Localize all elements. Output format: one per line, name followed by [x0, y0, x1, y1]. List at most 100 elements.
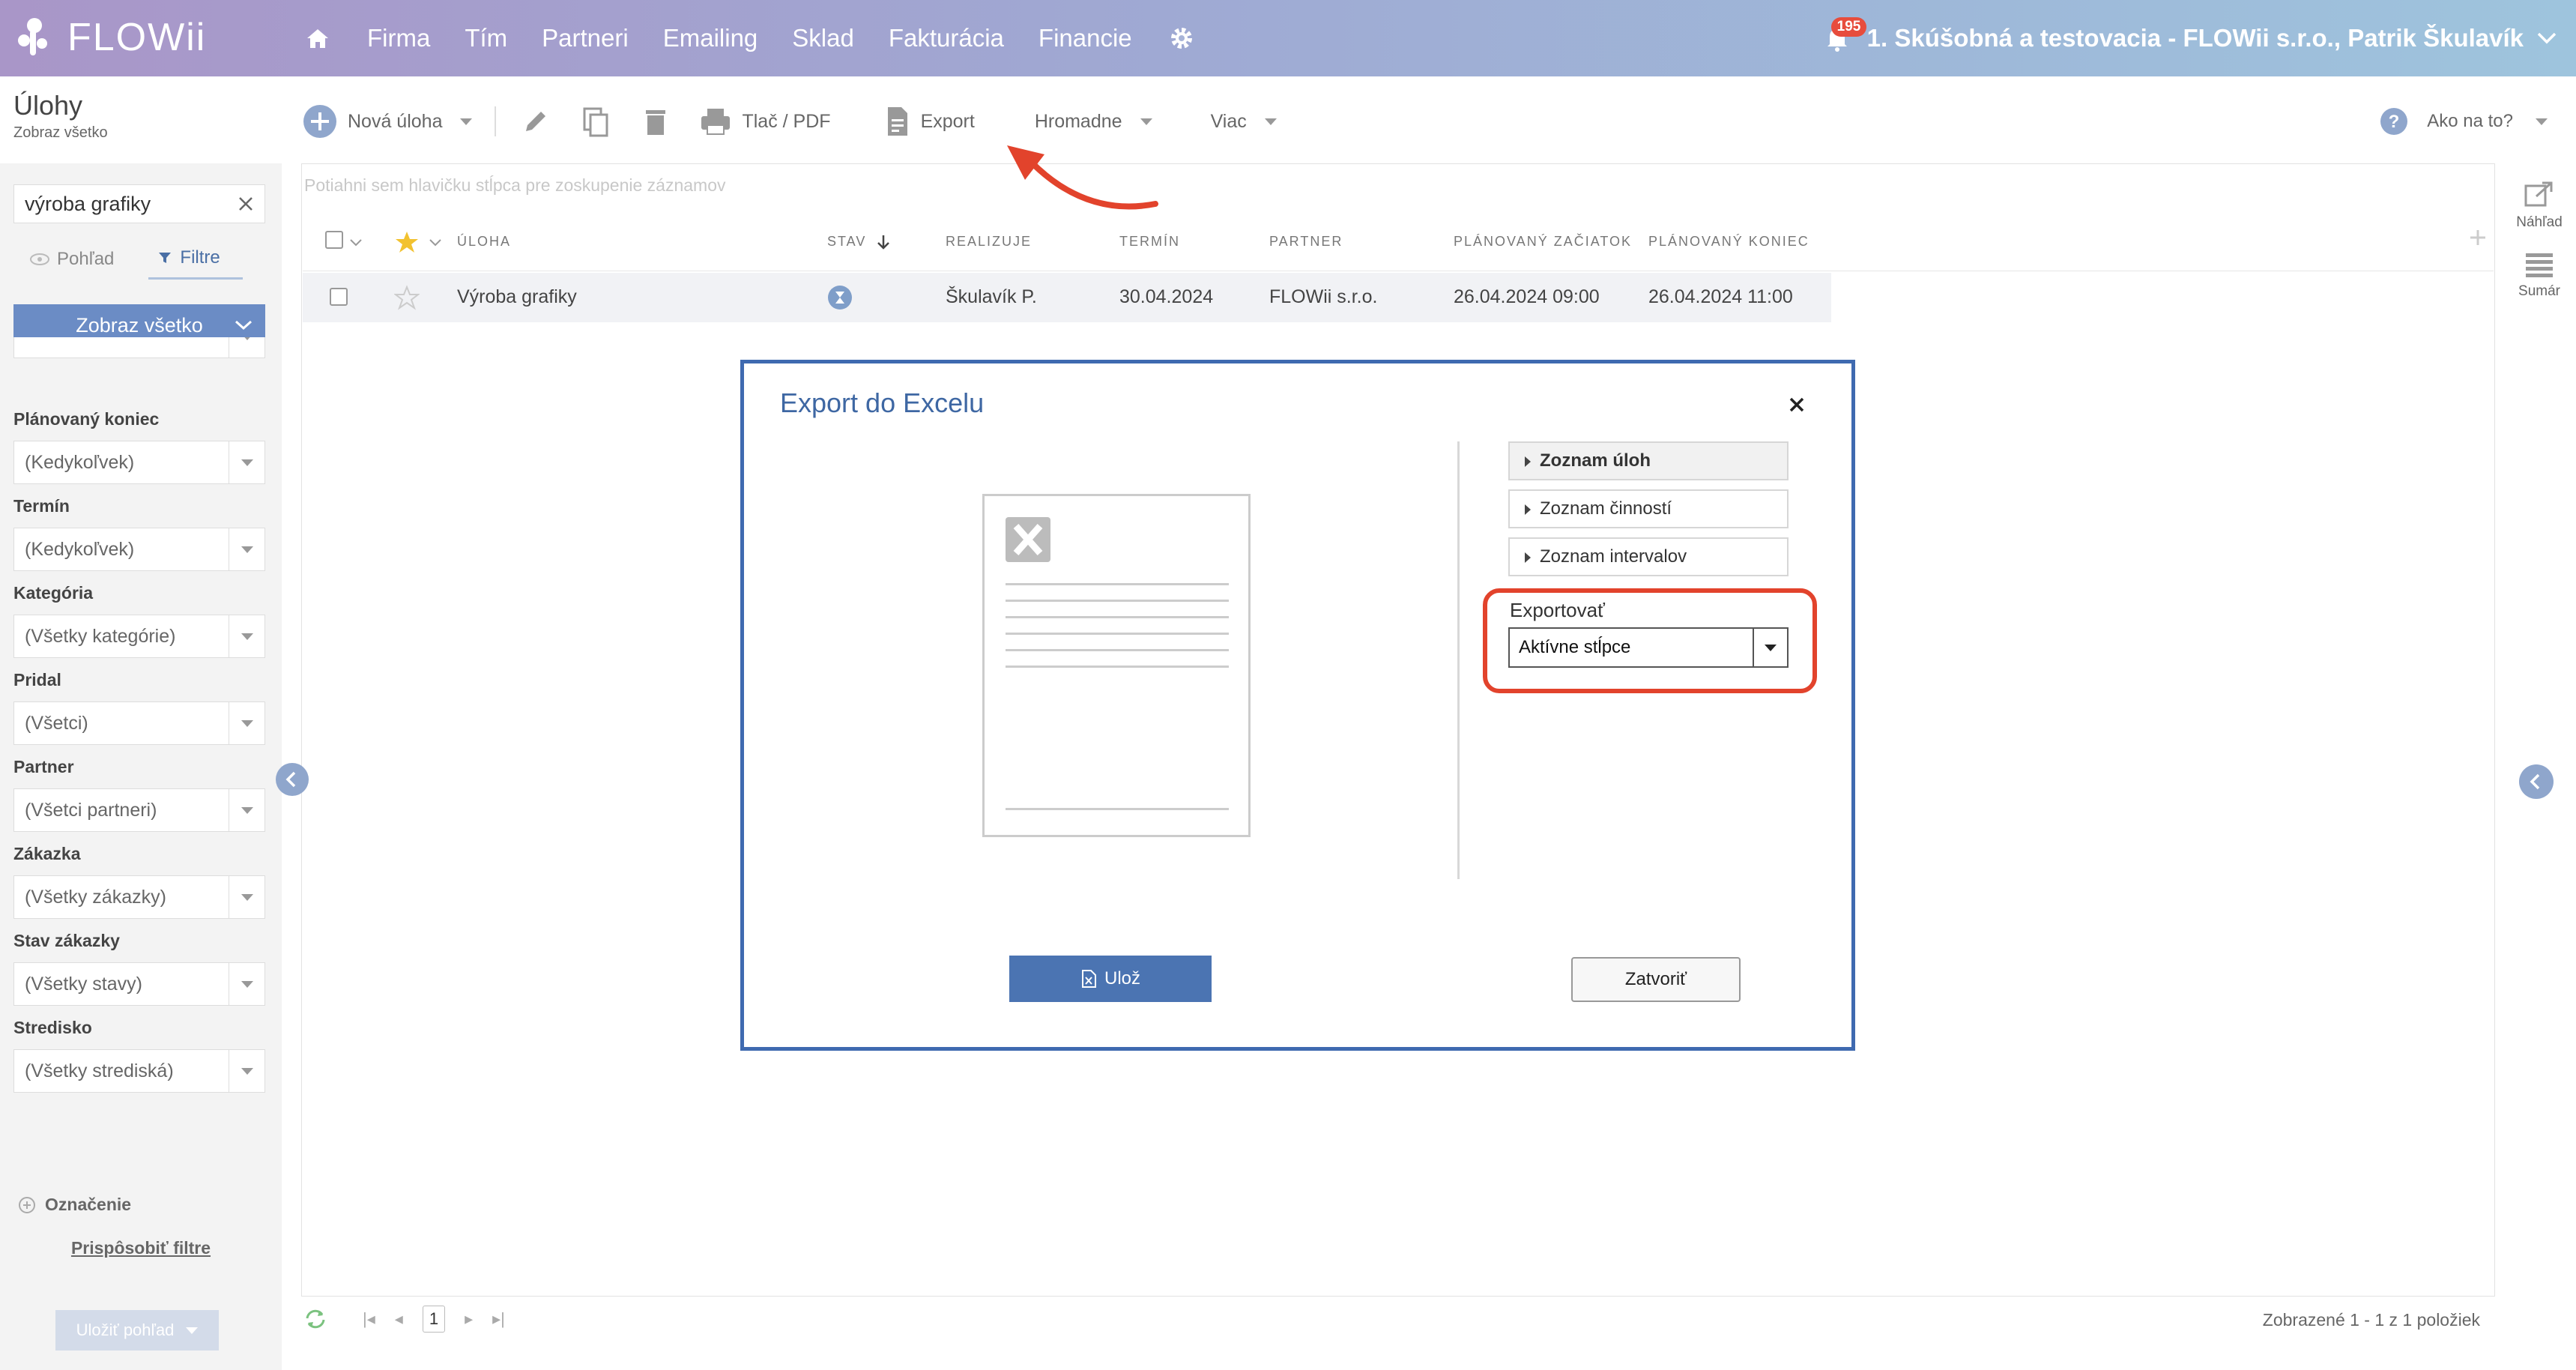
filter-label: Stav zákazky	[13, 931, 120, 950]
cell-planned-start: 26.04.2024 09:00	[1454, 286, 1600, 307]
filter-deadline-select[interactable]: (Kedykoľvek)	[13, 528, 265, 571]
select-all-checkbox[interactable]	[325, 231, 343, 253]
tags-filter-toggle[interactable]: Označenie	[18, 1195, 131, 1215]
table-row[interactable]: Výroba grafiky Škulavík P. 30.04.2024 FL…	[303, 273, 1831, 322]
dropdown-arrow-icon	[229, 337, 264, 357]
new-task-button[interactable]: Nová úloha	[303, 97, 442, 145]
star-icon[interactable]	[394, 229, 420, 255]
next-page-icon[interactable]: ▸	[465, 1309, 473, 1329]
close-icon[interactable]	[1787, 395, 1806, 414]
nav-item-fakturacia[interactable]: Fakturácia	[889, 24, 1004, 52]
last-page-icon[interactable]: ▸|	[492, 1309, 505, 1329]
filter-planned-end-select[interactable]: (Kedykoľvek)	[13, 441, 265, 484]
export-columns-select[interactable]: Aktívne stĺpce	[1508, 627, 1789, 668]
col-assignee[interactable]: REALIZUJE	[946, 234, 1032, 250]
help-caret-icon	[2536, 118, 2548, 125]
flowii-logo[interactable]: FLOWii	[12, 10, 206, 64]
add-column-plus-icon[interactable]	[2468, 228, 2488, 247]
summary-button[interactable]: Sumár	[2503, 249, 2576, 300]
main-nav: Firma Tím Partneri Emailing Sklad Faktur…	[303, 0, 1197, 76]
export-columns-value: Aktívne stĺpce	[1519, 637, 1631, 657]
more-label: Viac	[1210, 110, 1247, 132]
notifications-bell[interactable]: 195	[1821, 17, 1867, 55]
refresh-icon[interactable]	[303, 1308, 328, 1330]
star-outline-icon[interactable]	[394, 285, 420, 310]
filter-value: (Všetci partneri)	[25, 799, 157, 821]
clear-search-icon[interactable]	[236, 194, 256, 214]
new-task-dropdown-icon[interactable]	[460, 118, 473, 125]
copy-icon[interactable]	[578, 104, 613, 139]
pencil-icon[interactable]	[518, 104, 553, 139]
document-icon	[887, 107, 907, 136]
select-caret-icon[interactable]	[349, 238, 363, 247]
col-planned-start[interactable]: PLÁNOVANÝ ZAČIATOK	[1454, 234, 1632, 250]
view-selector-label: Zobraz všetko	[76, 313, 203, 337]
filter-value: (Všetky kategórie)	[25, 625, 176, 647]
filter-label: Pridal	[13, 670, 61, 689]
col-partner[interactable]: PARTNER	[1269, 234, 1343, 250]
company-switcher[interactable]: 195 1. Skúšobná a testovacia - FLOWii s.…	[1821, 0, 2558, 76]
search-input[interactable]: výroba grafiky	[13, 184, 265, 223]
col-status[interactable]: STAV	[827, 234, 891, 250]
filter-order-select[interactable]: (Všetky zákazky)	[13, 875, 265, 919]
tab-filters[interactable]: Filtre	[148, 247, 243, 280]
partial-select[interactable]	[13, 337, 265, 358]
nav-item-partneri[interactable]: Partneri	[542, 24, 629, 52]
filter-category-select[interactable]: (Všetky kategórie)	[13, 615, 265, 658]
dropdown-arrow-icon	[229, 789, 264, 831]
caret-right-icon	[1525, 504, 1531, 515]
save-button[interactable]: Ulož	[1009, 956, 1212, 1002]
help-menu[interactable]: ? Ako na to?	[2379, 97, 2548, 145]
option-activity-list[interactable]: Zoznam činností	[1508, 489, 1789, 528]
more-caret-icon	[1264, 118, 1277, 125]
nav-item-sklad[interactable]: Sklad	[792, 24, 854, 52]
excel-file-icon	[1081, 970, 1096, 988]
more-menu[interactable]: Viac	[1211, 97, 1277, 145]
company-name: 1. Skúšobná a testovacia - FLOWii s.r.o.…	[1866, 24, 2524, 52]
grid-summary: Zobrazené 1 - 1 z 1 položiek	[2262, 1310, 2480, 1330]
print-pdf-button[interactable]: Tlač / PDF	[698, 97, 831, 145]
caret-right-icon	[1525, 552, 1531, 563]
save-view-button[interactable]: Uložiť pohľad	[55, 1310, 219, 1351]
preview-line	[1006, 808, 1229, 810]
save-label: Ulož	[1104, 968, 1140, 989]
tab-view[interactable]: Pohľad	[30, 247, 114, 280]
preview-button[interactable]: Náhľad	[2503, 180, 2576, 231]
nav-item-emailing[interactable]: Emailing	[663, 24, 758, 52]
col-deadline[interactable]: TERMÍN	[1119, 234, 1180, 250]
nav-item-firma[interactable]: Firma	[367, 24, 430, 52]
home-icon[interactable]	[303, 23, 333, 53]
page-number[interactable]: 1	[422, 1306, 446, 1333]
new-task-label: Nová úloha	[348, 110, 443, 132]
trash-icon[interactable]	[638, 104, 673, 139]
option-label: Zoznam intervalov	[1540, 546, 1687, 567]
col-task[interactable]: ÚLOHA	[457, 234, 511, 250]
right-toolbar: Náhľad Sumár	[2503, 180, 2576, 300]
summary-label: Sumár	[2518, 283, 2560, 299]
toolbar-separator	[495, 106, 497, 136]
col-planned-end[interactable]: PLÁNOVANÝ KONIEC	[1648, 234, 1809, 250]
first-page-icon[interactable]: |◂	[363, 1309, 375, 1329]
option-interval-list[interactable]: Zoznam intervalov	[1508, 537, 1789, 576]
cell-task[interactable]: Výroba grafiky	[457, 286, 577, 308]
collapse-sidebar-button[interactable]	[276, 763, 309, 796]
export-button[interactable]: Export	[880, 97, 975, 145]
nav-item-financie[interactable]: Financie	[1038, 24, 1132, 52]
expand-right-panel-button[interactable]	[2519, 764, 2554, 799]
gear-icon[interactable]	[1167, 23, 1197, 53]
filter-order: Zákazka (Všetky zákazky)	[13, 844, 265, 919]
prev-page-icon[interactable]: ◂	[395, 1309, 403, 1329]
row-checkbox[interactable]	[330, 288, 348, 311]
customize-filters-link[interactable]: Prispôsobiť filtre	[0, 1238, 282, 1258]
export-label: Export	[920, 110, 975, 132]
list-icon	[2526, 253, 2553, 277]
filter-partner-select[interactable]: (Všetci partneri)	[13, 788, 265, 832]
star-caret-icon[interactable]	[429, 238, 442, 247]
option-task-list[interactable]: Zoznam úloh	[1508, 441, 1789, 480]
filter-added-by-select[interactable]: (Všetci)	[13, 701, 265, 745]
filter-order-status-select[interactable]: (Všetky stavy)	[13, 962, 265, 1006]
close-button[interactable]: Zatvoriť	[1571, 957, 1741, 1002]
preview-line	[1006, 666, 1229, 668]
filter-center-select[interactable]: (Všetky strediská)	[13, 1049, 265, 1093]
nav-item-tim[interactable]: Tím	[465, 24, 507, 52]
